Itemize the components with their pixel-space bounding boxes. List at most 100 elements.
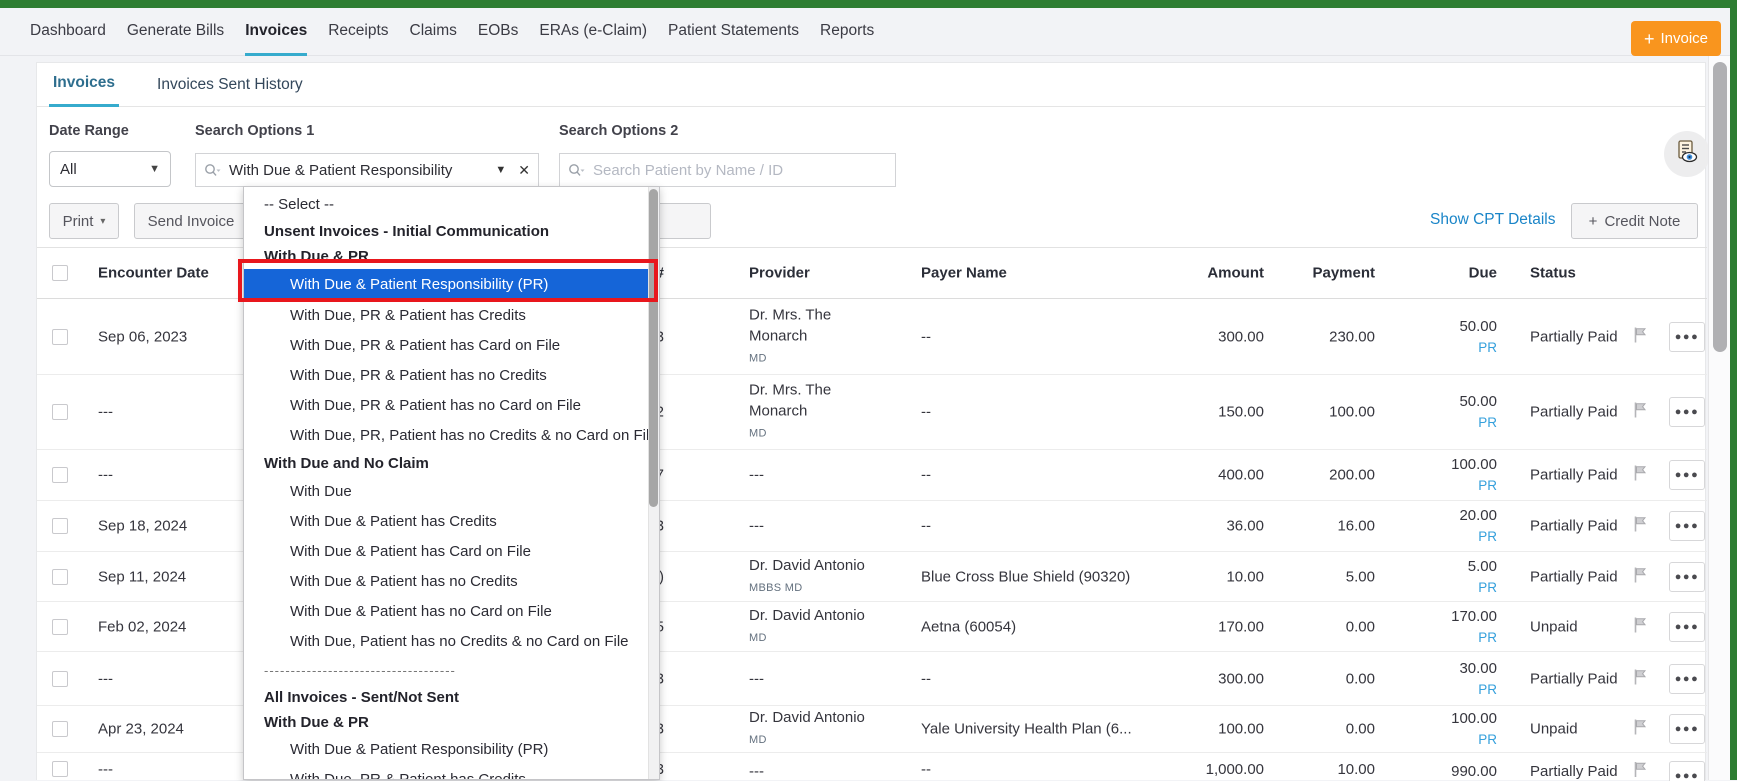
row-actions-menu-button[interactable]: ●●● [1669,511,1705,541]
header-amount[interactable]: Amount [1041,265,1264,282]
patient-search-input[interactable] [593,162,887,179]
show-cpt-details-link[interactable]: Show CPT Details [1430,211,1555,229]
row-checkbox[interactable] [52,467,68,483]
due-amount: 100.00 [1407,454,1497,475]
flag-icon[interactable] [1633,326,1649,347]
provider-name-line: Dr. David Antonio [749,605,914,626]
header-payment[interactable]: Payment [1287,265,1375,282]
print-button[interactable]: Print ▾ [49,203,119,239]
row-checkbox[interactable] [52,404,68,420]
row-checkbox[interactable] [52,569,68,585]
row-checkbox-cell [52,761,68,777]
search-options-1-combo[interactable]: With Due & Patient Responsibility ▼ ✕ [195,153,539,187]
dropdown-option[interactable]: With Due & Patient has Credits [244,507,648,537]
nav-item-patient-statements[interactable]: Patient Statements [668,8,799,56]
dropdown-option[interactable]: With Due & Patient Responsibility (PR) [244,735,648,765]
provider-name-line: --- [749,668,914,689]
encounter-date-cell: --- [98,467,238,484]
due-cell: 50.00PR [1407,316,1497,358]
header-due[interactable]: Due [1407,263,1497,284]
dropdown-option[interactable]: With Due, PR & Patient has no Card on Fi… [244,391,648,421]
row-actions-menu-button[interactable]: ●●● [1669,562,1705,592]
dropdown-option[interactable]: With Due, PR & Patient has Credits [244,301,648,331]
flag-icon[interactable] [1633,566,1649,587]
nav-item-receipts[interactable]: Receipts [328,8,388,56]
nav-item-claims[interactable]: Claims [410,8,457,56]
flag-icon[interactable] [1633,516,1649,537]
dropdown-group-header[interactable]: All Invoices - Sent/Not Sent [244,685,648,711]
dropdown-option[interactable]: With Due, PR & Patient has no Credits [244,361,648,391]
page-scrollbar-thumb[interactable] [1713,62,1727,352]
dropdown-group-header[interactable]: With Due & PR [244,245,648,269]
header-status[interactable]: Status [1530,263,1642,284]
flag-icon[interactable] [1633,465,1649,486]
dropdown-option[interactable]: With Due & Patient has no Credits [244,567,648,597]
tab-invoices[interactable]: Invoices [49,74,119,107]
provider-credentials: MD [749,628,914,649]
nav-item-invoices[interactable]: Invoices [245,8,307,56]
header-encounter-date[interactable]: Encounter Date [98,265,238,282]
dropdown-option[interactable]: With Due, Patient has no Credits & no Ca… [244,627,648,657]
row-checkbox-cell [52,721,68,737]
new-invoice-button[interactable]: + Invoice [1631,21,1721,56]
status-cell: Partially Paid [1530,668,1642,689]
row-checkbox[interactable] [52,518,68,534]
amount-cell: 10.00 [1041,568,1264,585]
row-checkbox[interactable] [52,761,68,777]
document-eye-icon [1674,139,1700,170]
dropdown-group-header[interactable]: Unsent Invoices - Initial Communication [244,219,648,245]
flag-icon[interactable] [1633,668,1649,689]
search-options-2-label: Search Options 2 [559,123,678,139]
nav-item-eras-e-claim-[interactable]: ERAs (e-Claim) [539,8,647,56]
row-actions-menu-button[interactable]: ●●● [1669,322,1705,352]
dropdown-group-header[interactable]: With Due and No Claim [244,451,648,477]
nav-item-generate-bills[interactable]: Generate Bills [127,8,224,56]
row-actions-menu-button[interactable]: ●●● [1669,664,1705,694]
header-provider[interactable]: Provider [749,263,914,284]
encounter-date-cell: --- [98,670,238,687]
nav-item-reports[interactable]: Reports [820,8,874,56]
row-checkbox[interactable] [52,671,68,687]
flag-icon[interactable] [1633,719,1649,740]
date-range-select[interactable]: All ▼ [49,151,171,187]
flag-icon[interactable] [1633,616,1649,637]
nav-item-eobs[interactable]: EOBs [478,8,518,56]
nav-item-dashboard[interactable]: Dashboard [30,8,106,56]
row-checkbox[interactable] [52,721,68,737]
row-checkbox[interactable] [52,329,68,345]
row-checkbox-cell [52,467,68,483]
flag-icon[interactable] [1633,402,1649,423]
row-actions-menu-button[interactable]: ●●● [1669,460,1705,490]
chevron-down-icon: ▼ [149,163,160,175]
send-invoice-button[interactable]: Send Invoice [134,203,248,239]
row-actions-menu-button[interactable]: ●●● [1669,714,1705,744]
invoice-preview-toggle-button[interactable] [1664,131,1710,177]
dropdown-option[interactable]: With Due & Patient has Card on File [244,537,648,567]
combo-caret-icon[interactable]: ▼ [495,164,506,176]
page-scrollbar-track[interactable] [1708,56,1730,780]
row-checkbox[interactable] [52,619,68,635]
row-actions-menu-button[interactable]: ●●● [1669,761,1705,781]
dropdown-option[interactable]: With Due [244,477,648,507]
select-all-checkbox[interactable] [52,265,68,281]
dropdown-option-selected[interactable]: With Due & Patient Responsibility (PR) [244,269,648,301]
tab-invoices-sent-history[interactable]: Invoices Sent History [153,76,307,106]
status-cell: Partially Paid [1530,326,1642,347]
dropdown-scrollbar-thumb[interactable] [649,189,658,507]
dropdown-option[interactable]: With Due, PR, Patient has no Credits & n… [244,421,648,451]
dropdown-option[interactable]: -- Select -- [244,191,648,219]
dropdown-option[interactable]: With Due & Patient has no Card on File [244,597,648,627]
row-actions-menu-button[interactable]: ●●● [1669,397,1705,427]
clear-filter-icon[interactable]: ✕ [518,162,530,179]
dropdown-group-header[interactable]: With Due & PR [244,711,648,735]
row-checkbox-cell [52,671,68,687]
credit-note-button[interactable]: + Credit Note [1571,203,1698,239]
dropdown-option[interactable]: With Due, PR & Patient has Card on File [244,331,648,361]
dropdown-option[interactable]: With Due, PR & Patient has Credits [244,765,648,780]
dropdown-scrollbar-track[interactable] [648,187,659,779]
due-cell: 20.00PR [1407,505,1497,547]
row-actions-menu-button[interactable]: ●●● [1669,612,1705,642]
row-actions-cell: ●●● [1669,562,1705,592]
encounter-date-cell: Apr 23, 2024 [98,721,238,738]
flag-icon[interactable] [1633,761,1649,781]
